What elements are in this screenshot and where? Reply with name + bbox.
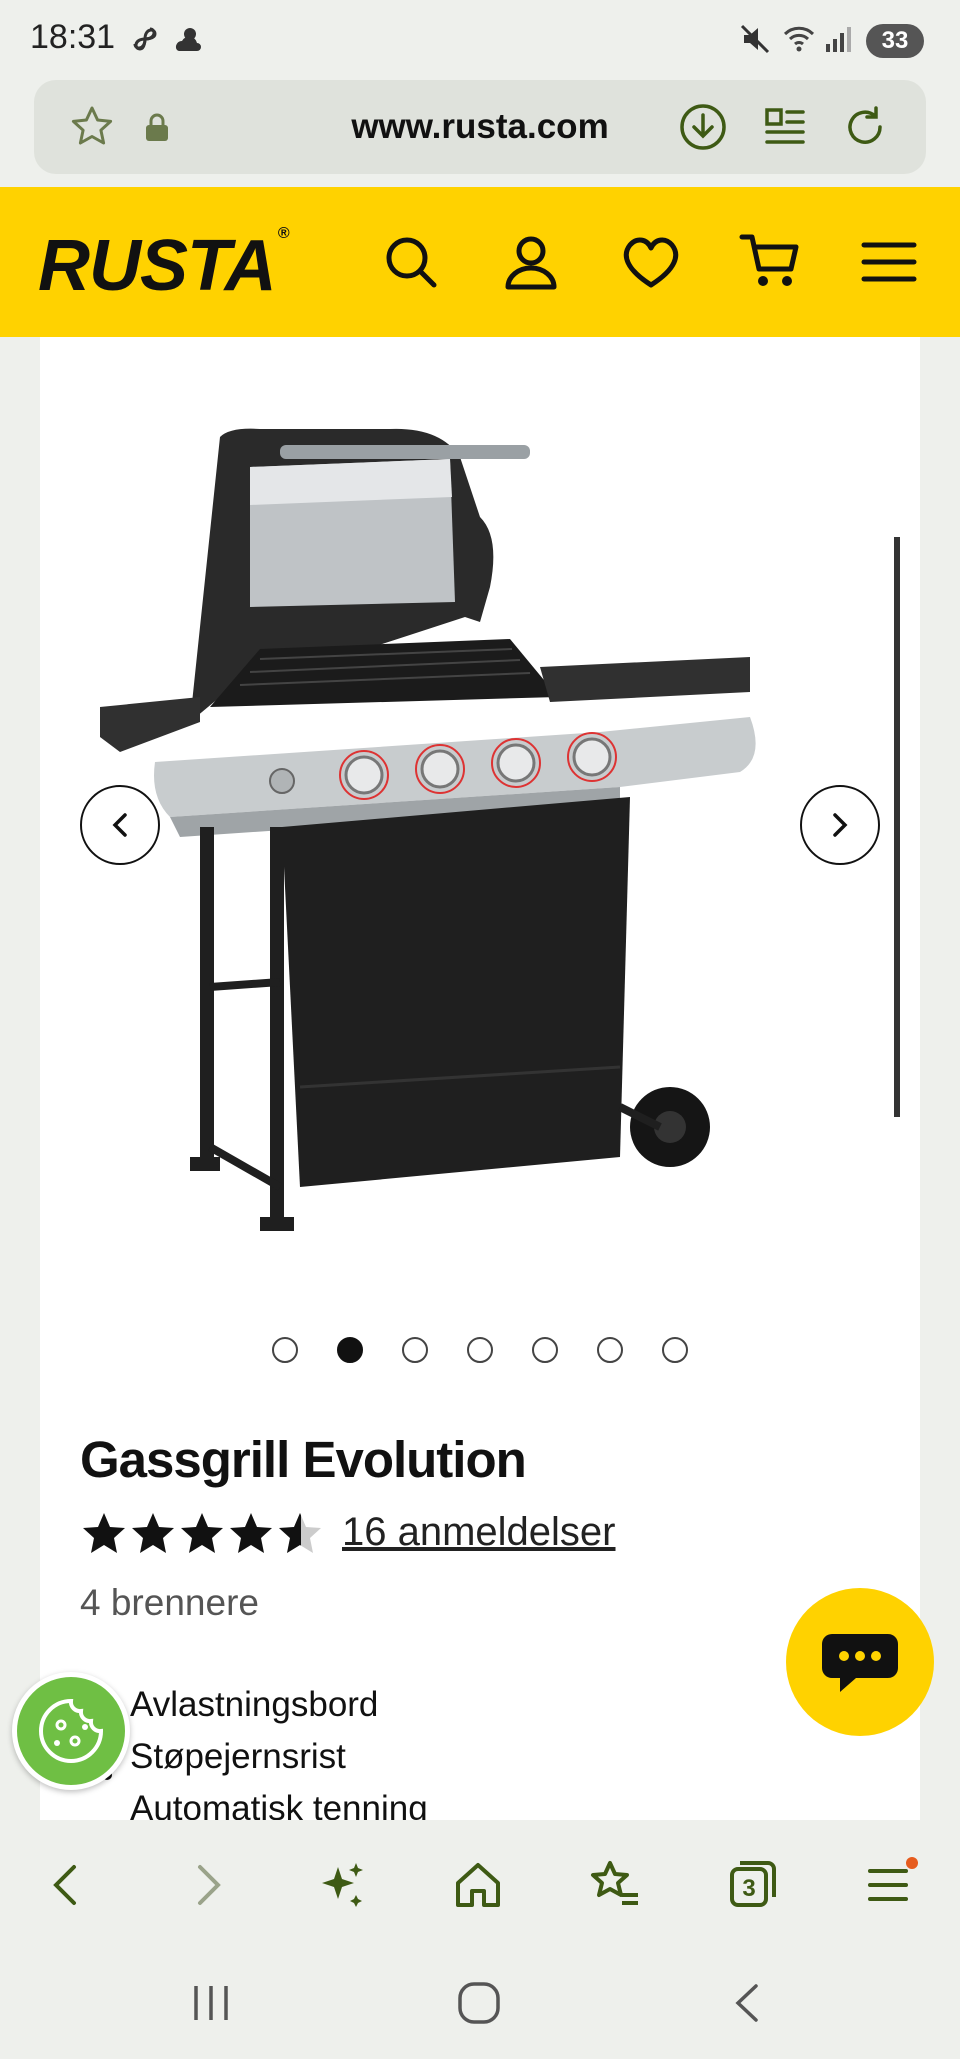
tabs-button[interactable]: 3 bbox=[722, 1855, 782, 1915]
recents-icon[interactable] bbox=[186, 1978, 236, 2028]
system-nav-bar bbox=[0, 1950, 960, 2059]
browser-bottom-nav: 3 bbox=[0, 1820, 960, 1950]
product-variant: 4 brennere bbox=[80, 1582, 259, 1623]
back-icon[interactable] bbox=[36, 1855, 96, 1915]
download-icon[interactable] bbox=[678, 102, 728, 152]
sparkle-icon[interactable] bbox=[312, 1855, 372, 1915]
reload-icon[interactable] bbox=[840, 102, 890, 152]
chat-icon bbox=[822, 1634, 898, 1692]
back-nav-icon[interactable] bbox=[724, 1978, 774, 2028]
menu-icon[interactable] bbox=[860, 1855, 920, 1915]
forward-icon[interactable] bbox=[178, 1855, 238, 1915]
heart-icon[interactable] bbox=[618, 229, 684, 295]
rating-stars bbox=[83, 1513, 321, 1553]
gallery-dot-active[interactable] bbox=[337, 1337, 363, 1363]
signal-icon bbox=[826, 27, 851, 52]
gallery-dot[interactable] bbox=[402, 1337, 428, 1363]
chat-button[interactable] bbox=[786, 1588, 934, 1736]
bookmarks-icon[interactable] bbox=[584, 1855, 644, 1915]
pinwheel-icon bbox=[133, 27, 157, 51]
lock-icon bbox=[146, 113, 168, 141]
feature-item: Avlastningsbord bbox=[130, 1685, 379, 1724]
mute-icon bbox=[740, 24, 770, 54]
battery-indicator: 33 bbox=[866, 24, 924, 58]
user-icon[interactable] bbox=[498, 229, 564, 295]
reviews-link[interactable]: 16 anmeldelser bbox=[342, 1510, 616, 1555]
address-bar[interactable]: www.rusta.com bbox=[34, 80, 926, 174]
gallery-dot[interactable] bbox=[597, 1337, 623, 1363]
star-icon[interactable] bbox=[68, 103, 116, 151]
product-image[interactable] bbox=[60, 367, 920, 1327]
cart-icon[interactable] bbox=[738, 229, 804, 295]
feature-item: Støpejernsrist bbox=[130, 1737, 346, 1776]
gallery-next-button[interactable] bbox=[800, 785, 880, 865]
rusta-logo[interactable]: RUSTA ® bbox=[38, 225, 289, 307]
feature-item: Automatisk tenning bbox=[130, 1789, 428, 1820]
gallery-dot[interactable] bbox=[272, 1337, 298, 1363]
reader-icon[interactable] bbox=[760, 102, 810, 152]
gallery-prev-button[interactable] bbox=[80, 785, 160, 865]
product-panel: Gassgrill Evolution 16 anmeldelser 4 bre… bbox=[40, 337, 920, 1820]
gallery-dot[interactable] bbox=[467, 1337, 493, 1363]
home-icon[interactable] bbox=[448, 1855, 508, 1915]
product-title: Gassgrill Evolution bbox=[80, 1431, 527, 1488]
cookie-settings-button[interactable] bbox=[12, 1672, 130, 1790]
gallery-dot[interactable] bbox=[662, 1337, 688, 1363]
chevron-left-icon bbox=[112, 813, 127, 837]
status-bar: 18:31 33 bbox=[0, 0, 960, 80]
cookie-icon bbox=[39, 1698, 104, 1763]
status-time: 18:31 bbox=[30, 18, 116, 56]
site-header: RUSTA ® bbox=[0, 187, 960, 337]
home-nav-icon[interactable] bbox=[454, 1978, 504, 2028]
gallery-dot[interactable] bbox=[532, 1337, 558, 1363]
tabs-count: 3 bbox=[742, 1875, 756, 1902]
search-icon[interactable] bbox=[378, 229, 444, 295]
wifi-icon bbox=[783, 26, 815, 52]
menu-icon[interactable] bbox=[856, 229, 922, 295]
weather-icon bbox=[175, 28, 201, 51]
chevron-right-icon bbox=[833, 813, 848, 837]
